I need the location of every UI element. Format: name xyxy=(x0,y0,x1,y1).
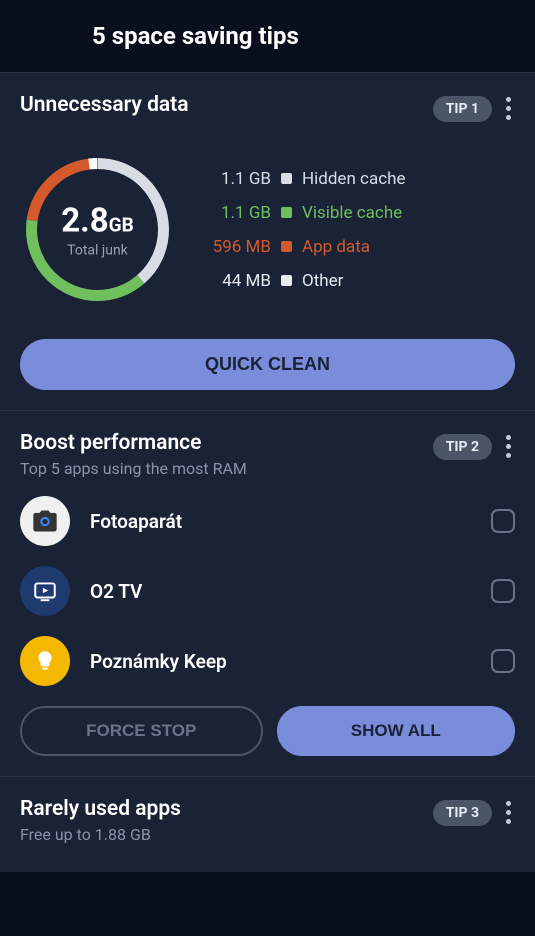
legend-swatch xyxy=(281,173,292,184)
section-subtitle: Free up to 1.88 GB xyxy=(20,825,433,844)
section-header: Unnecessary data TIP 1 xyxy=(20,93,515,124)
page-header: 5 space saving tips xyxy=(0,0,535,72)
junk-legend: 1.1 GB Hidden cache 1.1 GB Visible cache… xyxy=(203,169,405,291)
section-boost-performance: Boost performance Top 5 apps using the m… xyxy=(0,410,535,776)
show-all-button[interactable]: SHOW ALL xyxy=(277,706,516,756)
more-icon[interactable] xyxy=(502,797,515,828)
legend-item: 596 MB App data xyxy=(203,237,405,257)
legend-swatch xyxy=(281,207,292,218)
app-name: O2 TV xyxy=(90,580,471,603)
section-title: Unnecessary data xyxy=(20,93,433,117)
legend-item: 1.1 GB Hidden cache xyxy=(203,169,405,189)
section-header: Boost performance Top 5 apps using the m… xyxy=(20,431,515,478)
checkbox[interactable] xyxy=(491,579,515,603)
section-unnecessary-data: Unnecessary data TIP 1 2.8GB Total junk … xyxy=(0,72,535,410)
tip-badge: TIP 1 xyxy=(433,96,492,122)
donut-value: 2.8GB xyxy=(61,201,134,240)
app-list: Fotoaparát O2 TV Poznámky Keep xyxy=(20,496,515,686)
section-subtitle: Top 5 apps using the most RAM xyxy=(20,459,433,478)
page-title: 5 space saving tips xyxy=(20,22,515,50)
legend-item: 44 MB Other xyxy=(203,271,405,291)
checkbox[interactable] xyxy=(491,509,515,533)
tip-badge: TIP 2 xyxy=(433,434,492,460)
force-stop-button[interactable]: FORCE STOP xyxy=(20,706,263,756)
junk-donut-chart: 2.8GB Total junk xyxy=(20,152,175,307)
camera-icon xyxy=(20,496,70,546)
legend-swatch xyxy=(281,275,292,286)
section-rarely-used-apps: Rarely used apps Free up to 1.88 GB TIP … xyxy=(0,776,535,872)
donut-label: Total junk xyxy=(61,242,134,258)
app-name: Fotoaparát xyxy=(90,510,471,533)
section-title: Rarely used apps xyxy=(20,797,433,821)
app-name: Poznámky Keep xyxy=(90,650,471,673)
more-icon[interactable] xyxy=(502,431,515,462)
junk-summary: 2.8GB Total junk 1.1 GB Hidden cache 1.1… xyxy=(20,152,515,307)
section-header: Rarely used apps Free up to 1.88 GB TIP … xyxy=(20,797,515,844)
tip-badge: TIP 3 xyxy=(433,800,492,826)
list-item: O2 TV xyxy=(20,566,515,616)
list-item: Fotoaparát xyxy=(20,496,515,546)
lightbulb-icon xyxy=(20,636,70,686)
more-icon[interactable] xyxy=(502,93,515,124)
checkbox[interactable] xyxy=(491,649,515,673)
tv-icon xyxy=(20,566,70,616)
legend-swatch xyxy=(281,241,292,252)
quick-clean-button[interactable]: QUICK CLEAN xyxy=(20,339,515,390)
legend-item: 1.1 GB Visible cache xyxy=(203,203,405,223)
list-item: Poznámky Keep xyxy=(20,636,515,686)
section-title: Boost performance xyxy=(20,431,433,455)
